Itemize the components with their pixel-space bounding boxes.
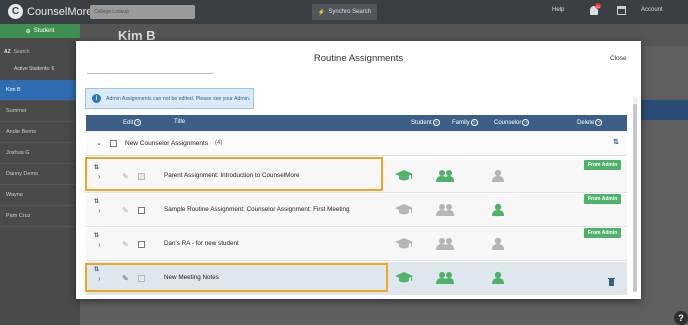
column-delete: Delete? [577,119,603,126]
assignment-title: Sample Routine Assignment: Counselor Ass… [164,206,350,213]
plus-icon: ⊕ [25,28,31,35]
group-count: (4) [215,140,223,146]
info-icon: i [92,94,101,103]
table-row[interactable]: ⇅ › ✎ Dan's RA - for new student From Ad… [86,228,627,261]
calendar-icon[interactable] [617,6,626,15]
alert-text: Admin Assignments can not be edited. Ple… [106,95,251,102]
help-question-icon[interactable]: ? [432,119,440,126]
counselor-person-icon[interactable] [491,169,505,188]
column-counselor-label: Counselor [494,119,522,126]
reorder-icon[interactable]: ⇅ [94,232,99,239]
synchro-icon: ⚡ [317,9,326,16]
add-student-button[interactable]: ⊕ Student [0,24,80,38]
top-navbar: C CounselMore College Lookup ⚡ Synchro S… [0,0,688,24]
sort-icon[interactable]: ⇅ [613,138,619,146]
counselor-person-icon[interactable] [491,203,505,222]
assignment-title: Dan's RA - for new student [164,240,239,247]
sidebar-item-student[interactable]: Wayne [0,185,80,206]
student-grad-cap-icon[interactable] [394,203,414,222]
column-family: Family? [452,119,478,126]
column-counselor: Counselor? [494,119,530,126]
column-student-label: Student [411,119,432,126]
help-question-icon[interactable]: ? [522,119,530,126]
sidebar-item-student[interactable]: Andie Berns [0,122,80,143]
column-family-label: Family [452,119,470,126]
from-admin-badge: From Admin [584,228,622,238]
active-students-count: Active Students: 6 [14,66,55,72]
sidebar-search-input[interactable]: Search [14,49,30,55]
account-menu[interactable]: Account [641,7,663,13]
sidebar-search[interactable]: AZ Search [4,47,76,57]
group-checkbox[interactable] [110,140,117,147]
student-list: Kim B Summer Andie Berns Joshua G Danny … [0,80,80,227]
highlight-box [85,157,383,191]
family-icon[interactable] [435,169,455,188]
routine-assignments-modal: Routine Assignments Close i Admin Assign… [76,41,641,299]
student-grad-cap-icon[interactable] [394,271,414,290]
sidebar-item-student[interactable]: Pam Cruz [0,206,80,227]
highlight-box [85,263,388,292]
chevron-down-icon[interactable]: ⌄ [96,139,102,147]
close-button[interactable]: Close [610,55,627,62]
column-student: Student? [411,119,440,126]
add-student-label: Student [33,28,55,34]
synchro-search-button[interactable]: ⚡ Synchro Search [312,4,377,20]
counselor-person-icon[interactable] [491,271,505,290]
help-icon[interactable]: ? [674,311,688,325]
help-question-icon[interactable]: ? [595,119,603,126]
table-row[interactable]: ⇅ › ✎ Sample Routine Assignment: Counsel… [86,194,627,227]
student-grad-cap-icon[interactable] [394,237,414,256]
sidebar-item-student[interactable]: Joshua G [0,143,80,164]
column-delete-label: Delete [577,119,595,126]
admin-alert: i Admin Assignments can not be edited. P… [85,88,254,109]
title-input-underline [87,73,213,74]
notification-badge: 11 [595,3,601,9]
student-grad-cap-icon[interactable] [394,169,414,188]
sidebar-item-student[interactable]: Danny Demo [0,164,80,185]
background-panel [640,100,688,120]
column-edit-label: Edit [123,119,134,126]
column-title: Title [174,119,186,125]
help-menu[interactable]: Help [552,7,564,13]
chevron-right-icon[interactable]: › [98,206,101,215]
chevron-right-icon[interactable]: › [98,240,101,249]
trash-icon[interactable] [608,273,615,286]
scrollbar-thumb[interactable] [633,104,637,292]
family-icon[interactable] [435,237,455,256]
from-admin-badge: From Admin [584,194,622,204]
college-lookup-input[interactable]: College Lookup [90,5,195,19]
edit-pencil-icon: ✎ [122,206,129,215]
sort-az-icon: AZ [4,49,11,55]
table-header: Edit? Title Student? Family? Counselor? … [86,115,627,131]
app-logo[interactable]: C CounselMore [8,4,92,19]
row-checkbox[interactable] [138,207,145,214]
synchro-search-label: Synchro Search [328,9,372,15]
group-label: New Counselor Assignments [125,140,209,147]
app-logo-text: CounselMore [27,5,93,18]
sidebar-item-student[interactable]: Kim B [0,80,80,101]
row-checkbox[interactable] [138,241,145,248]
sidebar-item-student[interactable]: Summer [0,101,80,122]
edit-pencil-icon: ✎ [122,240,129,249]
logo-mark-icon: C [8,4,23,19]
column-edit: Edit? [123,119,142,126]
help-question-icon[interactable]: ? [470,119,478,126]
family-icon[interactable] [435,203,455,222]
family-icon[interactable] [435,271,455,290]
counselor-person-icon[interactable] [491,237,505,256]
help-question-icon[interactable]: ? [134,119,142,126]
from-admin-badge: From Admin [584,160,622,170]
assignment-group[interactable]: ⌄ New Counselor Assignments (4) ⇅ [86,131,627,156]
modal-title: Routine Assignments [313,53,404,64]
reorder-icon[interactable]: ⇅ [94,198,99,205]
